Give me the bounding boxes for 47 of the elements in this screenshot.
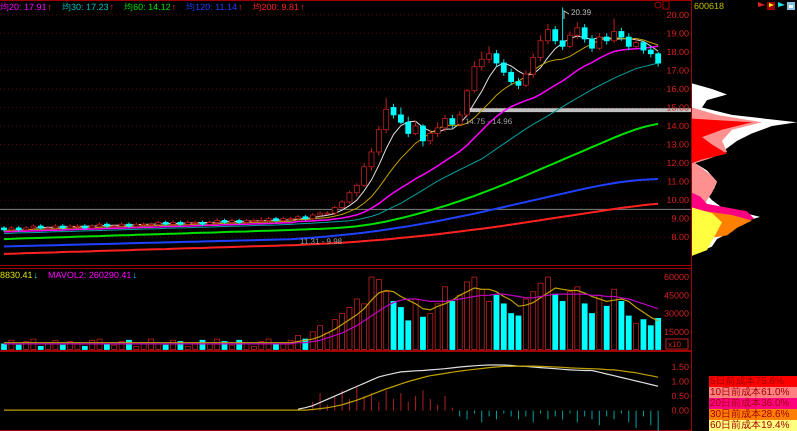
cost-legend-item: 5日前成本75.6% bbox=[709, 376, 797, 387]
up-arrow-icon: ↑ bbox=[110, 2, 114, 12]
cost-legend-item: 30日前成本28.6% bbox=[709, 409, 797, 420]
price-axis-label: 15.00 bbox=[666, 102, 689, 112]
moving-average-value: 均20: 17.91 bbox=[0, 2, 47, 12]
down-arrow-icon: ↓ bbox=[34, 270, 38, 280]
volume-unit-label: x10 bbox=[668, 340, 681, 349]
moving-average-value: 均30: 17.23 bbox=[62, 2, 109, 12]
stock-code: 600618 bbox=[694, 1, 724, 11]
price-axis-label: 14.00 bbox=[666, 121, 689, 132]
price-axis-label: 16.00 bbox=[666, 84, 689, 94]
price-axis-label: 18.00 bbox=[666, 46, 689, 57]
price-axis-label: 17.00 bbox=[666, 65, 689, 76]
flag-icon[interactable] bbox=[767, 2, 775, 10]
indicator-axis-label: 0.50 bbox=[671, 391, 689, 402]
indicator-axis-label: 1.50 bbox=[671, 362, 689, 372]
price-axis-label: 10.00 bbox=[666, 195, 689, 206]
high-price-label: 20.39 bbox=[571, 8, 592, 17]
up-arrow-icon: ↑ bbox=[238, 2, 243, 12]
price-axis-label: 8.00 bbox=[671, 232, 689, 242]
up-arrow-icon: ↑ bbox=[48, 2, 52, 12]
volume-axis-label: 15000 bbox=[664, 326, 689, 337]
volume-average-value: MAVOL2: 260290.41 bbox=[48, 270, 132, 280]
moving-average-value: 均120: 11.14 bbox=[186, 2, 238, 12]
price-axis-label: 19.00 bbox=[666, 28, 689, 38]
pointer-icon bbox=[564, 10, 570, 20]
price-axis-label: 13.00 bbox=[666, 140, 689, 150]
cost-legend-item: 60日前成本19.4% bbox=[709, 420, 797, 431]
price-axis-label: 20.00 bbox=[666, 10, 689, 20]
price-axis-label: 12.00 bbox=[666, 158, 689, 168]
flag-icon[interactable] bbox=[777, 2, 785, 10]
moving-average-value: 均200: 9.81 bbox=[252, 2, 300, 12]
indicator-axis-label: 1.00 bbox=[671, 376, 689, 387]
cost-legend-item: 20日前成本36.0% bbox=[709, 398, 797, 409]
up-arrow-icon: ↑ bbox=[300, 2, 305, 12]
volume-axis-label: 60000 bbox=[664, 272, 689, 282]
moving-average-value: 均60: 14.12 bbox=[124, 2, 171, 12]
unit-frame bbox=[666, 338, 688, 350]
cost-legend-item: 10日前成本61.0% bbox=[709, 387, 797, 398]
volume-axis-label: 30000 bbox=[664, 308, 689, 319]
price-axis-label: 9.00 bbox=[671, 214, 689, 224]
up-arrow-icon: ↑ bbox=[172, 2, 176, 12]
volume-average-value: 8830.41 bbox=[0, 270, 33, 280]
price-axis-label: 11.00 bbox=[667, 176, 689, 187]
down-arrow-icon: ↓ bbox=[132, 270, 137, 280]
volume-axis-label: 45000 bbox=[664, 290, 689, 300]
indicator-axis-label: 0.00 bbox=[671, 406, 689, 416]
